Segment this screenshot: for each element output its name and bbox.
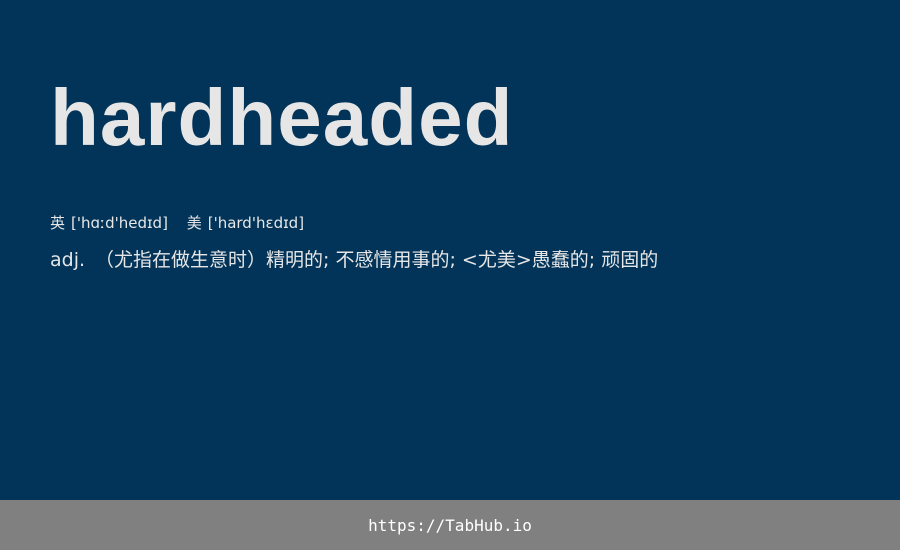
footer-bar: https://TabHub.io [0, 500, 900, 550]
part-of-speech: adj. [50, 249, 86, 271]
phonetic-us-label: 美 [186, 214, 202, 232]
phonetic-uk-label: 英 [50, 214, 66, 232]
phonetic-uk: 英 ['hɑːd'hedɪd] [50, 214, 173, 232]
phonetic-uk-ipa: ['hɑːd'hedɪd] [71, 214, 168, 232]
definition: adj. （尤指在做生意时）精明的; 不感情用事的; <尤美>愚蠢的; 顽固的 [50, 247, 658, 273]
tabhub-link[interactable]: https://TabHub.io [368, 516, 532, 535]
phonetics: 英 ['hɑːd'hedɪd] 美 ['hard'hɛdɪd] [50, 213, 318, 233]
headword: hardheaded [50, 73, 514, 162]
phonetic-us-ipa: ['hard'hɛdɪd] [207, 214, 305, 232]
phonetic-us: 美 ['hard'hɛdɪd] [187, 214, 304, 232]
word-card: hardheaded 英 ['hɑːd'hedɪd] 美 ['hard'hɛdɪd]… [0, 0, 900, 500]
definition-text: （尤指在做生意时）精明的; 不感情用事的; <尤美>愚蠢的; 顽固的 [95, 249, 659, 271]
